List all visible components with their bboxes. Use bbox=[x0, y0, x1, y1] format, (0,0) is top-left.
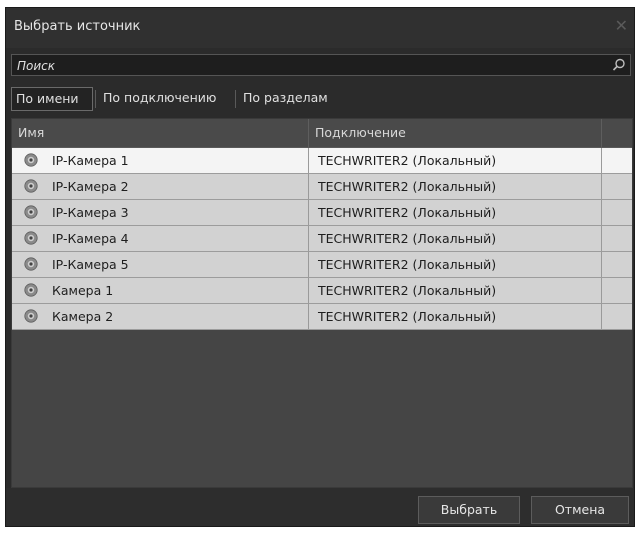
column-divider bbox=[308, 252, 309, 277]
tab-by-sections[interactable]: По разделам bbox=[239, 87, 349, 111]
table-row[interactable]: Камера 2 TECHWRITER2 (Локальный) bbox=[12, 304, 632, 330]
table-header: Имя Подключение bbox=[12, 119, 632, 148]
tab-divider bbox=[235, 90, 236, 108]
row-connection: TECHWRITER2 (Локальный) bbox=[318, 309, 497, 324]
table-row[interactable]: IP-Камера 5 TECHWRITER2 (Локальный) bbox=[12, 252, 632, 278]
column-divider bbox=[601, 304, 602, 329]
column-divider bbox=[308, 200, 309, 225]
dialog-footer: Выбрать Отмена bbox=[6, 488, 634, 526]
search-icon[interactable] bbox=[611, 57, 627, 73]
row-name: IP-Камера 1 bbox=[52, 153, 129, 168]
source-table: Имя Подключение IP-Камера 1 TECHWRITER2 … bbox=[11, 118, 633, 488]
row-name: Камера 2 bbox=[52, 309, 114, 324]
row-name: IP-Камера 5 bbox=[52, 257, 129, 272]
column-divider bbox=[308, 148, 309, 173]
camera-icon bbox=[24, 231, 38, 245]
table-row[interactable]: IP-Камера 2 TECHWRITER2 (Локальный) bbox=[12, 174, 632, 200]
row-connection: TECHWRITER2 (Локальный) bbox=[318, 205, 497, 220]
column-divider bbox=[308, 304, 309, 329]
column-divider bbox=[601, 278, 602, 303]
column-divider bbox=[601, 200, 602, 225]
camera-icon bbox=[24, 205, 38, 219]
dialog-title: Выбрать источник bbox=[14, 19, 141, 34]
column-header-connection[interactable]: Подключение bbox=[309, 119, 601, 147]
cancel-button[interactable]: Отмена bbox=[531, 496, 629, 524]
camera-icon bbox=[24, 283, 38, 297]
select-source-dialog: Выбрать источник ✕ По имени По подключен… bbox=[5, 7, 635, 527]
column-divider bbox=[308, 174, 309, 199]
title-bar: Выбрать источник ✕ bbox=[6, 8, 634, 48]
row-name: Камера 1 bbox=[52, 283, 114, 298]
camera-icon bbox=[24, 309, 38, 323]
search-box bbox=[11, 54, 631, 77]
tab-divider bbox=[95, 90, 96, 108]
column-divider bbox=[601, 148, 602, 173]
row-connection: TECHWRITER2 (Локальный) bbox=[318, 257, 497, 272]
column-divider bbox=[601, 174, 602, 199]
row-connection: TECHWRITER2 (Локальный) bbox=[318, 153, 497, 168]
tab-by-name[interactable]: По имени bbox=[11, 87, 93, 111]
column-divider bbox=[601, 226, 602, 251]
row-connection: TECHWRITER2 (Локальный) bbox=[318, 231, 497, 246]
table-row[interactable]: Камера 1 TECHWRITER2 (Локальный) bbox=[12, 278, 632, 304]
column-header-name[interactable]: Имя bbox=[12, 119, 308, 147]
table-row[interactable]: IP-Камера 1 TECHWRITER2 (Локальный) bbox=[12, 148, 632, 174]
tab-by-connection[interactable]: По подключению bbox=[99, 87, 233, 111]
close-icon[interactable]: ✕ bbox=[615, 16, 628, 35]
column-divider bbox=[308, 226, 309, 251]
select-button[interactable]: Выбрать bbox=[418, 496, 520, 524]
column-divider bbox=[308, 278, 309, 303]
column-divider bbox=[601, 252, 602, 277]
table-row[interactable]: IP-Камера 3 TECHWRITER2 (Локальный) bbox=[12, 200, 632, 226]
row-connection: TECHWRITER2 (Локальный) bbox=[318, 283, 497, 298]
camera-icon bbox=[24, 257, 38, 271]
row-name: IP-Камера 4 bbox=[52, 231, 129, 246]
table-row[interactable]: IP-Камера 4 TECHWRITER2 (Локальный) bbox=[12, 226, 632, 252]
row-name: IP-Камера 3 bbox=[52, 205, 129, 220]
camera-icon bbox=[24, 179, 38, 193]
row-name: IP-Камера 2 bbox=[52, 179, 129, 194]
row-connection: TECHWRITER2 (Локальный) bbox=[318, 179, 497, 194]
camera-icon bbox=[24, 153, 38, 167]
column-divider bbox=[601, 119, 602, 147]
search-input[interactable] bbox=[15, 55, 609, 77]
